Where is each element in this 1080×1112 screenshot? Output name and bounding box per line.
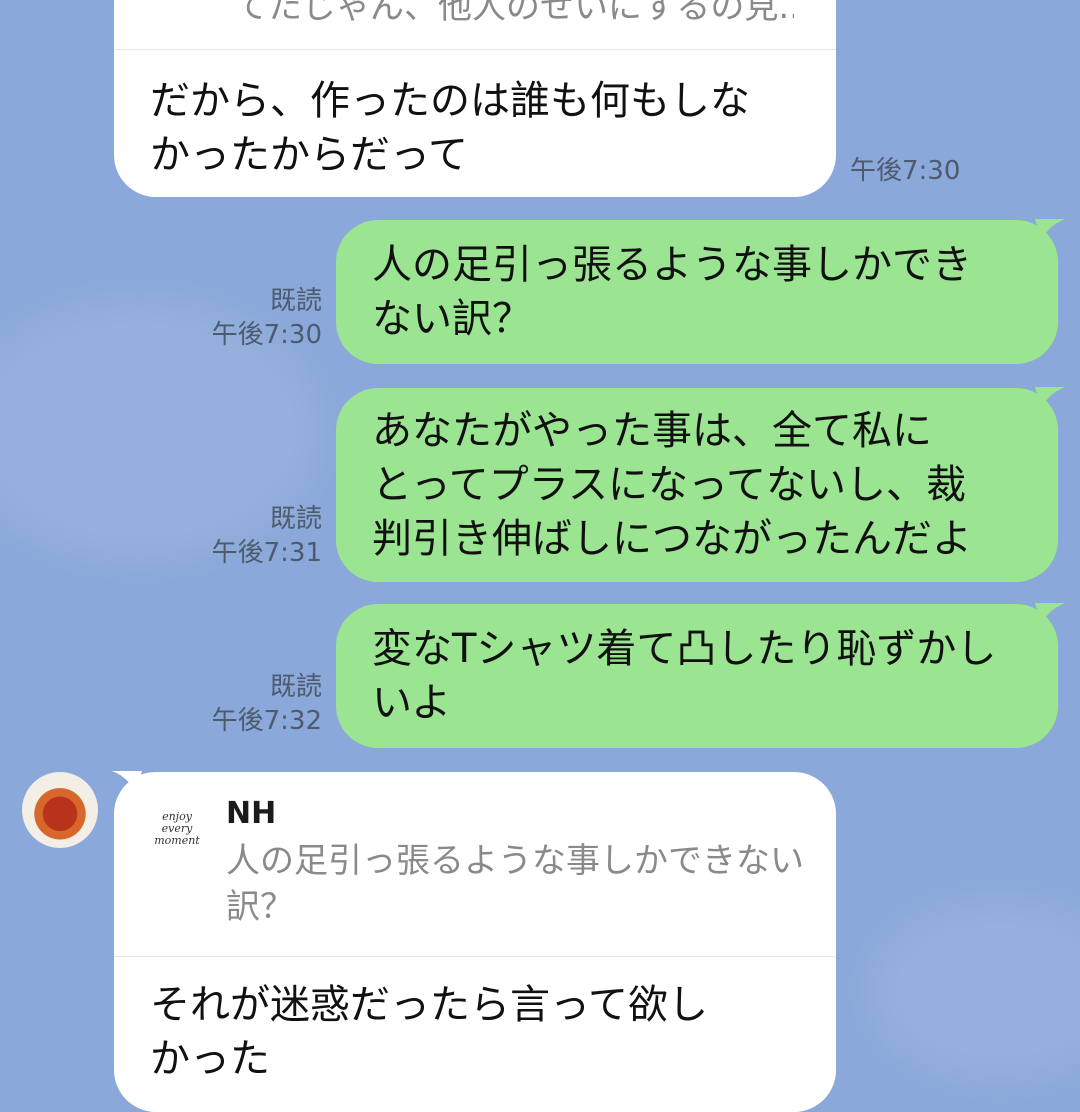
quote-divider <box>114 49 836 50</box>
message-text: それが迷惑だったら言って欲し かった <box>150 982 708 1082</box>
read-receipt: 既読 午後7:32 <box>170 670 322 738</box>
outgoing-message-bubble[interactable]: あなたがやった事は、全て私に とってプラスになってないし、裁 判引き伸ばしにつな… <box>336 388 1058 582</box>
read-receipt: 既読 午後7:31 <box>170 502 322 570</box>
message-text: だから、作ったのは誰も何もしな かったからだって <box>150 78 750 178</box>
message-time: 午後7:30 <box>211 320 322 350</box>
incoming-reply-bubble[interactable]: enjoy every moment NH 人の足引っ張るような事しかできない … <box>114 772 836 1112</box>
message-time: 午後7:30 <box>850 156 961 186</box>
message-text: あなたがやった事は、全て私に とってプラスになってないし、裁 判引き伸ばしにつな… <box>372 408 972 562</box>
quoted-message-text: 人の足引っ張るような事しかできない 訳？ <box>226 841 804 927</box>
quoted-message-thumbnail: enjoy every moment <box>148 800 206 858</box>
read-label: 既読 <box>269 504 322 534</box>
outgoing-message-bubble[interactable]: 人の足引っ張るような事しかでき ない訳？ <box>336 220 1058 364</box>
read-label: 既読 <box>269 672 322 702</box>
read-receipt: 既読 午後7:30 <box>170 284 322 352</box>
outgoing-message-bubble[interactable]: 変なTシャツ着て凸したり恥ずかし いよ <box>336 604 1058 748</box>
contact-avatar[interactable] <box>22 772 98 848</box>
message-text: 変なTシャツ着て凸したり恥ずかし いよ <box>372 626 997 726</box>
previous-quote-fragment: てたじゃん、他人のせいにするの見... <box>234 0 794 27</box>
incoming-message-bubble[interactable]: てたじゃん、他人のせいにするの見... だから、作ったのは誰も何もしな かったか… <box>114 0 836 197</box>
background-cloud <box>870 900 1080 1080</box>
message-text: 人の足引っ張るような事しかでき ない訳？ <box>372 242 972 342</box>
quote-divider <box>114 956 836 957</box>
message-time: 午後7:31 <box>211 538 322 568</box>
quoted-sender-name: NH <box>226 796 277 831</box>
read-label: 既読 <box>269 286 322 316</box>
message-time: 午後7:32 <box>211 706 322 736</box>
